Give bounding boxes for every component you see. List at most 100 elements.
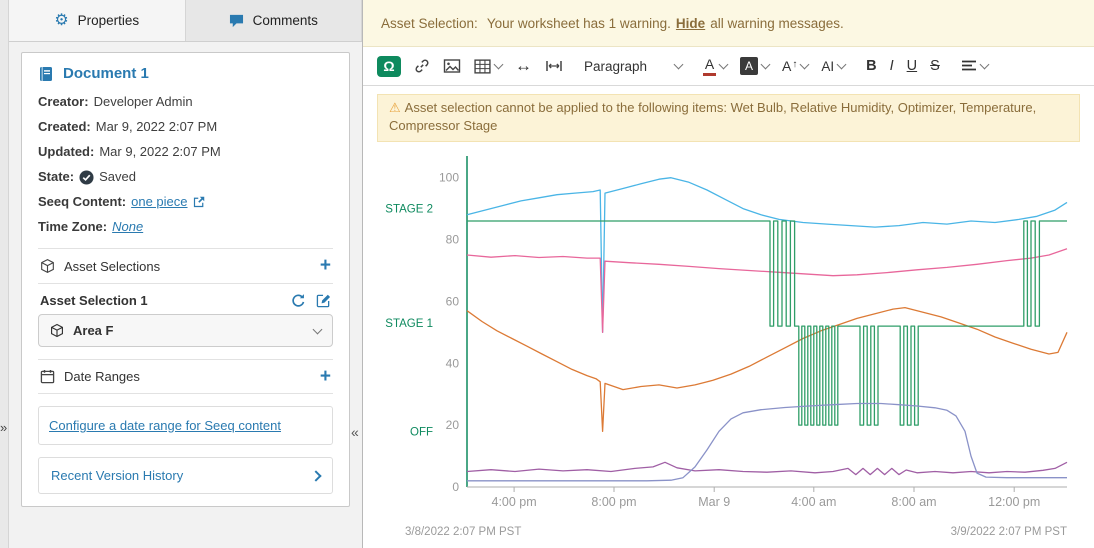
creator-label: Creator:	[38, 93, 89, 111]
chevron-down-icon	[979, 60, 989, 70]
external-link-icon	[193, 196, 205, 208]
strikethrough-button[interactable]: S	[928, 55, 942, 77]
chevron-down-icon	[761, 60, 771, 70]
check-circle-icon	[79, 170, 94, 185]
letter-case-button[interactable]: AI	[819, 56, 847, 77]
content-warning-text: Asset selection cannot be applied to the…	[389, 100, 1036, 133]
series-pink-line	[467, 249, 1067, 332]
chevron-down-icon	[313, 324, 323, 334]
timezone-row: Time Zone: None	[38, 218, 333, 236]
expand-panel-handle[interactable]: »	[0, 420, 7, 435]
tab-comments-label: Comments	[253, 13, 318, 28]
add-date-range-button[interactable]: +	[320, 370, 331, 384]
chevron-down-icon	[837, 60, 847, 70]
underline-button[interactable]: U	[905, 55, 919, 77]
insert-link-button[interactable]	[412, 55, 432, 77]
letter-case-icon: AI	[821, 59, 834, 74]
paragraph-style-dropdown[interactable]: Paragraph	[582, 56, 684, 77]
created-value: Mar 9, 2022 2:07 PM	[96, 118, 217, 136]
italic-button[interactable]: I	[888, 55, 896, 77]
state-row: State: Saved	[38, 168, 333, 186]
date-ranges-label: Date Ranges	[64, 369, 140, 384]
bold-button[interactable]: B	[864, 55, 878, 77]
warning-bar-text: Your worksheet has 1 warning.	[487, 16, 671, 31]
warning-triangle-icon: ⚠	[389, 100, 401, 115]
left-expand-strip[interactable]: »	[0, 0, 9, 548]
font-size-icon: A↑	[782, 58, 797, 74]
x-tick-label: 4:00 am	[791, 495, 836, 509]
x-tick-label: Mar 9	[698, 495, 730, 509]
image-icon	[443, 58, 461, 74]
cube-icon	[40, 258, 55, 274]
creator-value: Developer Admin	[94, 93, 193, 111]
align-icon	[961, 60, 977, 72]
comment-icon	[229, 14, 244, 28]
lane-label: STAGE 2	[385, 204, 433, 216]
table-icon	[474, 59, 491, 74]
document-title-row: Document 1	[38, 65, 333, 82]
date-range-label-button[interactable]	[543, 56, 565, 76]
state-value: Saved	[99, 168, 136, 186]
warning-bar-suffix: all warning messages.	[710, 16, 844, 31]
y-tick-label: 100	[439, 171, 459, 185]
content-warning: ⚠Asset selection cannot be applied to th…	[377, 94, 1080, 142]
paragraph-style-value: Paragraph	[584, 59, 647, 74]
version-history-button[interactable]: Recent Version History	[38, 457, 333, 494]
font-size-button[interactable]: A↑	[780, 55, 810, 77]
document-icon	[38, 66, 54, 82]
insert-image-button[interactable]	[441, 55, 463, 77]
timezone-link[interactable]: None	[112, 218, 143, 236]
text-color-icon: A	[703, 57, 716, 76]
tab-comments[interactable]: Comments	[186, 0, 363, 41]
insert-table-button[interactable]	[472, 56, 504, 77]
seeq-content-link[interactable]: one piece	[131, 193, 187, 211]
lane-label: OFF	[410, 427, 433, 439]
collapse-left-panel-handle[interactable]: «	[351, 424, 359, 440]
configure-date-range-link[interactable]: Configure a date range for Seeq content	[49, 418, 281, 433]
state-label: State:	[38, 168, 74, 186]
edit-asset-selection-button[interactable]	[316, 293, 331, 308]
hide-warnings-link[interactable]: Hide	[676, 16, 705, 31]
series-green-step	[467, 221, 1067, 425]
x-tick-label: 8:00 pm	[591, 495, 636, 509]
highlight-color-button[interactable]: A	[738, 54, 771, 78]
double-arrow-icon: ↔	[515, 56, 532, 76]
asset-selections-label: Asset Selections	[64, 259, 160, 274]
properties-panel-body: Document 1 Creator: Developer Admin Crea…	[9, 42, 362, 548]
range-arrows-icon	[545, 59, 563, 73]
trend-chart-container[interactable]: 020406080100STAGE 2STAGE 1OFF4:00 pm8:00…	[377, 148, 1080, 548]
asset-selection-name: Asset Selection 1	[40, 293, 148, 308]
warning-bar-label: Asset Selection:	[381, 16, 478, 31]
warning-bar: Asset Selection: Your worksheet has 1 wa…	[363, 0, 1094, 47]
cube-icon	[50, 323, 64, 338]
version-history-label: Recent Version History	[51, 468, 183, 483]
trend-chart[interactable]: 020406080100STAGE 2STAGE 1OFF4:00 pm8:00…	[377, 148, 1080, 540]
creator-row: Creator: Developer Admin	[38, 93, 333, 111]
asset-selection-dropdown-value: Area F	[73, 323, 113, 338]
chevron-down-icon	[719, 60, 729, 70]
asset-selection-dropdown[interactable]: Area F	[38, 314, 333, 347]
seeq-content-label: Seeq Content:	[38, 193, 126, 211]
range-end-label: 3/9/2022 2:07 PM PST	[951, 526, 1067, 538]
tab-properties[interactable]: ⚙ Properties	[9, 0, 186, 41]
properties-card: Document 1 Creator: Developer Admin Crea…	[21, 52, 350, 507]
add-asset-selection-button[interactable]: +	[320, 259, 331, 273]
insert-seeq-content-button[interactable]: Ω	[375, 53, 403, 80]
seeq-content-row: Seeq Content: one piece	[38, 193, 333, 211]
seeq-logo-icon: Ω	[377, 56, 401, 77]
text-color-button[interactable]: A	[701, 54, 729, 79]
highlight-icon: A	[740, 57, 758, 75]
created-label: Created:	[38, 118, 91, 136]
created-row: Created: Mar 9, 2022 2:07 PM	[38, 118, 333, 136]
panel-tabbar: ⚙ Properties Comments	[9, 0, 362, 42]
align-button[interactable]	[959, 57, 990, 75]
refresh-asset-selection-button[interactable]	[291, 293, 306, 308]
updated-row: Updated: Mar 9, 2022 2:07 PM	[38, 143, 333, 161]
horizontal-arrow-button[interactable]: ↔	[513, 53, 534, 79]
asset-selection-row: Asset Selection 1	[38, 284, 333, 314]
y-tick-label: 0	[452, 480, 459, 494]
tab-properties-label: Properties	[78, 13, 140, 28]
asset-selections-section: Asset Selections +	[38, 248, 333, 284]
chevron-down-icon	[674, 60, 684, 70]
date-ranges-section: Date Ranges +	[38, 359, 333, 394]
